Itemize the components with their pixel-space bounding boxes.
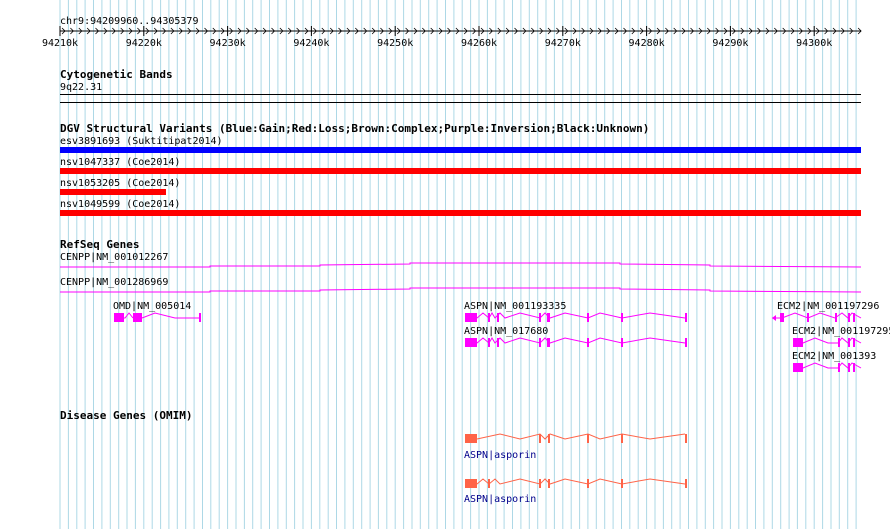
cytoband-label: 9q22.31: [60, 82, 102, 93]
dgv-variant-bar[interactable]: [60, 168, 861, 174]
ruler-position: chr9:94209960..94305379: [60, 16, 198, 27]
dgv-track-title: DGV Structural Variants (Blue:Gain;Red:L…: [60, 122, 649, 135]
ruler-tick-label: 94210k: [42, 38, 78, 49]
gene-label: ECM2|NM_001197296: [777, 301, 879, 312]
gene-label: ECM2|NM_001197295: [792, 326, 890, 337]
gene-label: OMD|NM_005014: [113, 301, 191, 312]
gene-label: ASPN|NM_017680: [464, 326, 548, 337]
omim-gene-model[interactable]: [465, 433, 687, 443]
gene-model-aspn[interactable]: [465, 337, 687, 347]
gene-label: CENPP|NM_001012267: [60, 252, 168, 263]
gene-model-ecm2[interactable]: [793, 362, 862, 372]
ruler-tick-label: 94240k: [293, 38, 329, 49]
gene-model-aspn[interactable]: [465, 312, 687, 322]
dgv-variant-bar[interactable]: [60, 147, 861, 153]
ruler-tick-label: 94280k: [629, 38, 665, 49]
dgv-variant-bar[interactable]: [60, 210, 861, 216]
omim-gene-label[interactable]: ASPN|asporin: [464, 494, 536, 505]
ruler-tick-label: 94220k: [126, 38, 162, 49]
dgv-variant-bar[interactable]: [60, 189, 166, 195]
dgv-variant-label: nsv1049599 (Coe2014): [60, 199, 180, 210]
omim-gene-label[interactable]: ASPN|asporin: [464, 450, 536, 461]
gene-label: CENPP|NM_001286969: [60, 277, 168, 288]
gene-label: ASPN|NM_001193335: [464, 301, 566, 312]
ruler-tick-label: 94300k: [796, 38, 832, 49]
genome-browser-panel: chr9:94209960..94305379 94210k 94220k 9423…: [42, 0, 890, 529]
dgv-variant-label: nsv1047337 (Coe2014): [60, 157, 180, 168]
dgv-variant-label: nsv1053205 (Coe2014): [60, 178, 180, 189]
omim-gene-model[interactable]: [465, 478, 687, 488]
gene-label: ECM2|NM_001393: [792, 351, 876, 362]
ruler-tick-label: 94270k: [545, 38, 581, 49]
dgv-variant-label: esv3891693 (Suktitipat2014): [60, 136, 223, 147]
cytoband-track-title: Cytogenetic Bands: [60, 68, 173, 81]
grid-lines: [59, 0, 857, 529]
gene-model-cenpp[interactable]: [60, 262, 862, 268]
ruler-tick-label: 94260k: [461, 38, 497, 49]
refseq-track-title: RefSeq Genes: [60, 238, 139, 251]
omim-track-title: Disease Genes (OMIM): [60, 409, 192, 422]
gene-model-cenpp[interactable]: [60, 287, 862, 293]
ruler-tick-label: 94230k: [210, 38, 246, 49]
gene-model-ecm2[interactable]: [793, 337, 862, 347]
ruler-tick-label: 94250k: [377, 38, 413, 49]
ruler-tick-label: 94290k: [712, 38, 748, 49]
